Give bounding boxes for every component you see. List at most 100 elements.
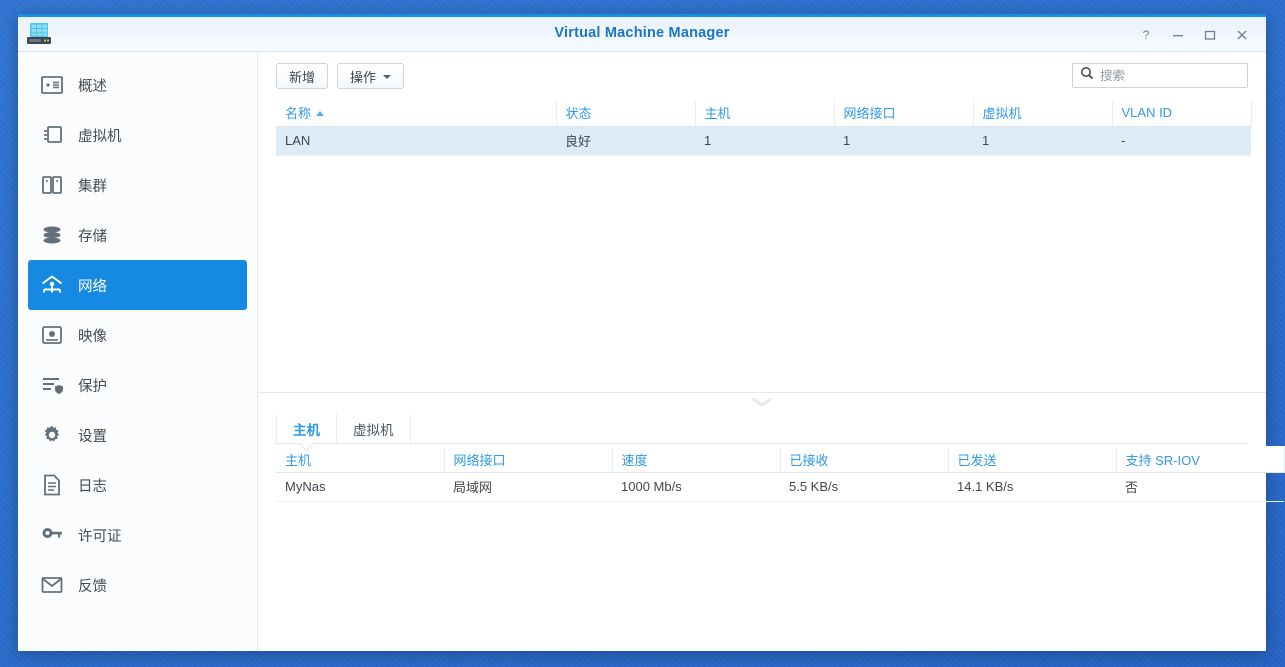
- create-button[interactable]: 新增: [276, 63, 328, 89]
- sort-ascending-icon: [316, 111, 324, 116]
- column-label: 网络接口: [454, 453, 506, 468]
- column-label: 网络接口: [844, 106, 896, 121]
- network-grid-empty-space: [258, 156, 1266, 393]
- search-icon: [1080, 66, 1094, 85]
- cell-speed: 1000 Mb/s: [612, 472, 780, 501]
- sidebar-item-virtual-machine[interactable]: 虚拟机: [28, 110, 247, 160]
- tab-label: 主机: [293, 419, 320, 439]
- sidebar: 概述 虚拟机: [18, 52, 258, 651]
- column-header-host[interactable]: 主机: [695, 100, 834, 126]
- column-label: 主机: [705, 106, 731, 121]
- sidebar-item-network[interactable]: 网络: [28, 260, 247, 310]
- action-button-label: 操作: [350, 67, 376, 86]
- toolbar: 新增 操作: [258, 52, 1266, 100]
- tab-host[interactable]: 主机: [276, 414, 336, 443]
- column-header-interface[interactable]: 网络接口: [444, 446, 612, 472]
- column-header-interface[interactable]: 网络接口: [834, 100, 973, 126]
- cell-interface: 局域网: [444, 472, 612, 501]
- chevron-down-icon[interactable]: [751, 398, 773, 407]
- action-button[interactable]: 操作: [337, 63, 404, 89]
- network-table: 名称 状态 主机 网络接口 虚拟机 VLAN ID LAN: [276, 100, 1251, 156]
- column-label: 支持 SR-IOV: [1126, 453, 1200, 468]
- column-label: 主机: [285, 453, 311, 468]
- window-controls: ?: [1130, 17, 1258, 52]
- sidebar-item-overview[interactable]: 概述: [28, 60, 247, 110]
- cell-received: 5.5 KB/s: [780, 472, 948, 501]
- sidebar-item-label: 映像: [78, 325, 107, 346]
- host-grid-container: 主机 网络接口 速度 已接收 已发送 支持 SR-IOV My: [258, 444, 1266, 502]
- column-header-vlan-id[interactable]: VLAN ID: [1112, 100, 1251, 126]
- gear-icon: [40, 423, 64, 447]
- network-grid-container: 名称 状态 主机 网络接口 虚拟机 VLAN ID LAN: [258, 100, 1266, 156]
- column-label: VLAN ID: [1122, 105, 1173, 120]
- column-label: 名称: [285, 106, 311, 121]
- panel-splitter[interactable]: [258, 392, 1266, 414]
- table-row[interactable]: LAN 良好 1 1 1 -: [276, 126, 1251, 155]
- column-label: 虚拟机: [983, 106, 1022, 121]
- column-header-received[interactable]: 已接收: [780, 446, 948, 472]
- chevron-down-icon: [383, 75, 391, 79]
- sidebar-item-label: 集群: [78, 175, 107, 196]
- column-label: 已发送: [958, 453, 997, 468]
- minimize-button[interactable]: [1162, 20, 1194, 50]
- detail-tabstrip: 主机 虚拟机: [276, 414, 1248, 444]
- sidebar-item-label: 设置: [78, 425, 107, 446]
- sidebar-item-label: 概述: [78, 75, 107, 96]
- column-header-name[interactable]: 名称: [276, 100, 556, 126]
- column-header-sriov[interactable]: 支持 SR-IOV: [1116, 446, 1284, 472]
- column-header-vm[interactable]: 虚拟机: [973, 100, 1112, 126]
- storage-icon: [40, 223, 64, 247]
- sidebar-item-storage[interactable]: 存储: [28, 210, 247, 260]
- main-content: 新增 操作: [258, 52, 1266, 651]
- sidebar-item-image[interactable]: 映像: [28, 310, 247, 360]
- sidebar-item-cluster[interactable]: 集群: [28, 160, 247, 210]
- maximize-button[interactable]: [1194, 20, 1226, 50]
- cell-sent: 14.1 KB/s: [948, 472, 1116, 501]
- column-header-speed[interactable]: 速度: [612, 446, 780, 472]
- table-header-row: 名称 状态 主机 网络接口 虚拟机 VLAN ID: [276, 100, 1251, 126]
- svg-text:?: ?: [1143, 28, 1150, 42]
- overview-icon: [40, 73, 64, 97]
- column-label: 已接收: [790, 453, 829, 468]
- close-button[interactable]: [1226, 20, 1258, 50]
- sidebar-item-label: 保护: [78, 375, 107, 396]
- sidebar-item-label: 反馈: [78, 575, 107, 596]
- key-icon: [40, 523, 64, 547]
- network-icon: [40, 273, 64, 297]
- sidebar-item-label: 日志: [78, 475, 107, 496]
- image-icon: [40, 323, 64, 347]
- table-header-row: 主机 网络接口 速度 已接收 已发送 支持 SR-IOV: [276, 446, 1284, 472]
- cell-host: 1: [695, 126, 834, 155]
- column-header-state[interactable]: 状态: [556, 100, 695, 126]
- cell-sriov: 否: [1116, 472, 1284, 501]
- search-input[interactable]: [1100, 69, 1230, 83]
- column-header-host[interactable]: 主机: [276, 446, 444, 472]
- column-label: 速度: [622, 453, 648, 468]
- sidebar-item-log[interactable]: 日志: [28, 460, 247, 510]
- window-titlebar[interactable]: Virtual Machine Manager ?: [18, 17, 1266, 52]
- detail-panel: 主机 虚拟机 主机: [258, 414, 1266, 651]
- host-table: 主机 网络接口 速度 已接收 已发送 支持 SR-IOV My: [276, 446, 1284, 502]
- cluster-icon: [40, 173, 64, 197]
- sidebar-item-label: 存储: [78, 225, 107, 246]
- log-icon: [40, 473, 64, 497]
- tab-virtual-machine[interactable]: 虚拟机: [336, 414, 411, 443]
- sidebar-item-license[interactable]: 许可证: [28, 510, 247, 560]
- sidebar-item-label: 许可证: [78, 525, 122, 546]
- cell-host: MyNas: [276, 472, 444, 501]
- cell-interface: 1: [834, 126, 973, 155]
- sidebar-item-feedback[interactable]: 反馈: [28, 560, 247, 610]
- cell-vm: 1: [973, 126, 1112, 155]
- window-title: Virtual Machine Manager: [18, 25, 1266, 41]
- table-row[interactable]: MyNas 局域网 1000 Mb/s 5.5 KB/s 14.1 KB/s 否: [276, 472, 1284, 501]
- cell-vlan-id: -: [1112, 126, 1251, 155]
- sidebar-item-settings[interactable]: 设置: [28, 410, 247, 460]
- sidebar-item-label: 网络: [78, 275, 107, 296]
- column-label: 状态: [566, 106, 592, 121]
- help-button[interactable]: ?: [1130, 20, 1162, 50]
- tab-label: 虚拟机: [353, 419, 394, 439]
- search-box[interactable]: [1072, 63, 1248, 88]
- column-header-sent[interactable]: 已发送: [948, 446, 1116, 472]
- sidebar-item-protection[interactable]: 保护: [28, 360, 247, 410]
- protection-icon: [40, 373, 64, 397]
